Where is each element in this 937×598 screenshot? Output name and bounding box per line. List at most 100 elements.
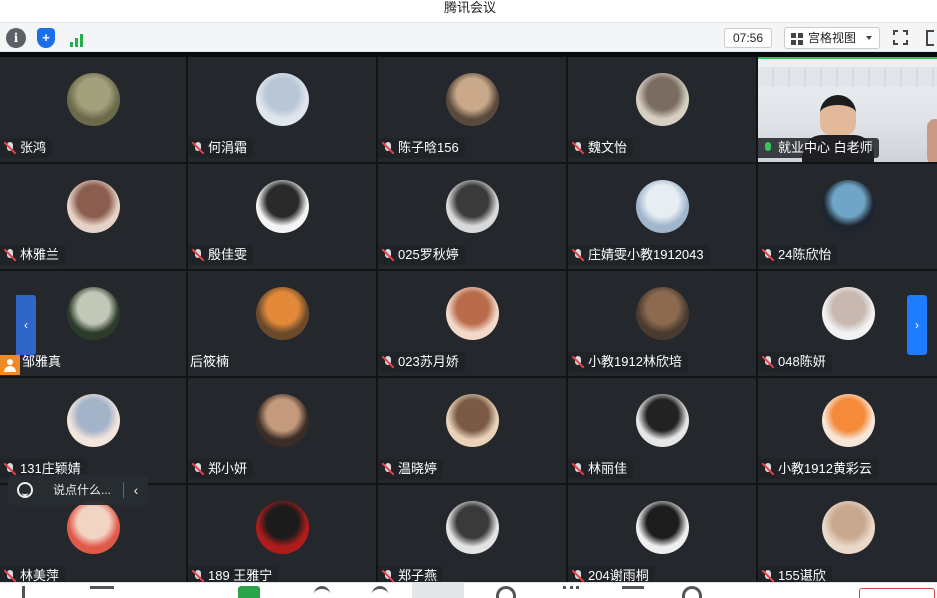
tab-grid-view[interactable] — [412, 583, 464, 598]
avatar — [67, 180, 120, 233]
avatar — [636, 287, 689, 340]
participant-tile[interactable]: 155谌欣 — [758, 485, 937, 582]
apps-icon[interactable] — [622, 586, 644, 598]
mic-muted-icon — [381, 355, 395, 369]
shield-icon[interactable]: + — [37, 28, 55, 48]
camera-icon[interactable] — [90, 586, 114, 598]
mic-muted-icon — [3, 462, 17, 476]
members-icon[interactable] — [372, 586, 388, 598]
participant-tile[interactable]: 24陈欣怡 — [758, 164, 937, 269]
invite-icon[interactable] — [314, 586, 330, 598]
settings-icon[interactable] — [682, 586, 702, 598]
mic-muted-icon — [191, 462, 205, 476]
grid-icon — [791, 33, 803, 45]
mic-muted-icon — [571, 569, 585, 582]
avatar — [636, 180, 689, 233]
participant-tile[interactable]: 小教1912林欣培 — [568, 271, 756, 376]
sidebar-toggle-icon[interactable] — [926, 30, 934, 46]
avatar — [636, 394, 689, 447]
mic-muted-icon — [381, 569, 395, 582]
participant-tile[interactable]: 何涓霜 — [188, 57, 376, 162]
mic-muted-icon — [761, 462, 775, 476]
participant-tile[interactable]: 温晓婷 — [378, 378, 566, 483]
participant-name: 林美萍 — [20, 568, 60, 582]
participant-tile[interactable]: 就业中心 白老师 — [758, 57, 937, 162]
participant-name-tag: 小教1912黄彩云 — [758, 459, 878, 479]
participant-tile[interactable]: 023苏月娇 — [378, 271, 566, 376]
participant-name: 张鸿 — [20, 140, 47, 155]
participant-tile[interactable]: 张鸿 — [0, 57, 186, 162]
raise-hand-icon[interactable] — [563, 586, 579, 598]
participant-tile[interactable]: 魏文怡 — [568, 57, 756, 162]
participant-tile[interactable]: 林丽佳 — [568, 378, 756, 483]
view-mode-button[interactable]: 宫格视图 — [784, 27, 880, 49]
mic-muted-icon — [381, 462, 395, 476]
participant-name: 林雅兰 — [20, 247, 60, 262]
participant-name-tag: 陈子晗156 — [378, 138, 465, 158]
avatar — [67, 394, 120, 447]
participant-name: 林丽佳 — [588, 461, 628, 476]
info-icon[interactable]: i — [6, 28, 26, 48]
participant-tile[interactable]: 郑小妍 — [188, 378, 376, 483]
participant-tile[interactable]: 陈子晗156 — [378, 57, 566, 162]
participant-tile[interactable]: 189 王雅宁 — [188, 485, 376, 582]
participant-name-tag: 郑小妍 — [188, 459, 254, 479]
avatar — [822, 287, 875, 340]
participant-name-tag: 林丽佳 — [568, 459, 634, 479]
avatar — [822, 394, 875, 447]
participant-name: 131庄颖婧 — [20, 461, 81, 476]
divider — [123, 482, 124, 498]
bottom-toolbar — [0, 582, 937, 598]
mic-muted-icon — [3, 141, 17, 155]
mic-muted-icon — [571, 355, 585, 369]
avatar — [67, 287, 120, 340]
participant-tile[interactable]: 131庄颖婧 — [0, 378, 186, 483]
mic-muted-icon — [381, 248, 395, 262]
participant-name-tag: 025罗秋婷 — [378, 245, 465, 265]
avatar — [256, 180, 309, 233]
chevron-left-icon[interactable]: ‹ — [129, 475, 143, 505]
participant-tile[interactable]: 025罗秋婷 — [378, 164, 566, 269]
participant-tile[interactable]: 庄婧雯小教1912043 — [568, 164, 756, 269]
prev-page-button[interactable]: ‹ — [16, 295, 36, 355]
mic-muted-icon — [571, 248, 585, 262]
avatar — [256, 287, 309, 340]
participant-name: 023苏月娇 — [398, 354, 459, 369]
participant-tile[interactable]: 小教1912黄彩云 — [758, 378, 937, 483]
participant-name: 189 王雅宁 — [208, 568, 273, 582]
participant-name-tag: 就业中心 白老师 — [758, 138, 879, 158]
chevron-down-icon — [866, 36, 872, 40]
chat-input[interactable]: 说点什么... — [53, 475, 111, 505]
chat-input-bar[interactable]: 说点什么... ‹ — [8, 475, 148, 505]
next-page-button[interactable]: › — [907, 295, 927, 355]
share-screen-icon[interactable] — [238, 586, 260, 598]
person-figure — [820, 95, 856, 137]
avatar — [446, 73, 499, 126]
avatar — [256, 501, 309, 554]
mic-muted-icon — [191, 248, 205, 262]
participant-name: 就业中心 白老师 — [778, 140, 873, 155]
avatar — [67, 73, 120, 126]
mic-muted-icon — [3, 248, 17, 262]
end-meeting-button[interactable] — [859, 588, 935, 598]
participant-name: 庄婧雯小教1912043 — [588, 247, 704, 262]
participant-name: 后筱楠 — [190, 354, 230, 369]
participant-tile[interactable]: 殷佳雯 — [188, 164, 376, 269]
participant-tile[interactable]: 后筱楠 — [188, 271, 376, 376]
participant-tile[interactable]: 郑子燕 — [378, 485, 566, 582]
participant-tile[interactable]: 204谢雨桐 — [568, 485, 756, 582]
participant-name-tag: 庄婧雯小教1912043 — [568, 245, 710, 265]
mic-icon[interactable] — [22, 586, 38, 598]
participant-tile[interactable]: 林雅兰 — [0, 164, 186, 269]
participant-name-tag: 林雅兰 — [0, 245, 66, 265]
chat-icon[interactable] — [496, 586, 516, 598]
signal-icon[interactable] — [68, 29, 88, 47]
fullscreen-icon[interactable] — [893, 30, 908, 45]
participant-name: 郑小妍 — [208, 461, 248, 476]
participant-name-tag: 24陈欣怡 — [758, 245, 838, 265]
participant-name-tag: 林美萍 — [0, 566, 66, 582]
emoji-icon[interactable] — [17, 482, 33, 498]
participant-name: 温晓婷 — [398, 461, 438, 476]
mic-muted-icon — [3, 569, 17, 582]
participant-name: 小教1912黄彩云 — [778, 461, 872, 476]
